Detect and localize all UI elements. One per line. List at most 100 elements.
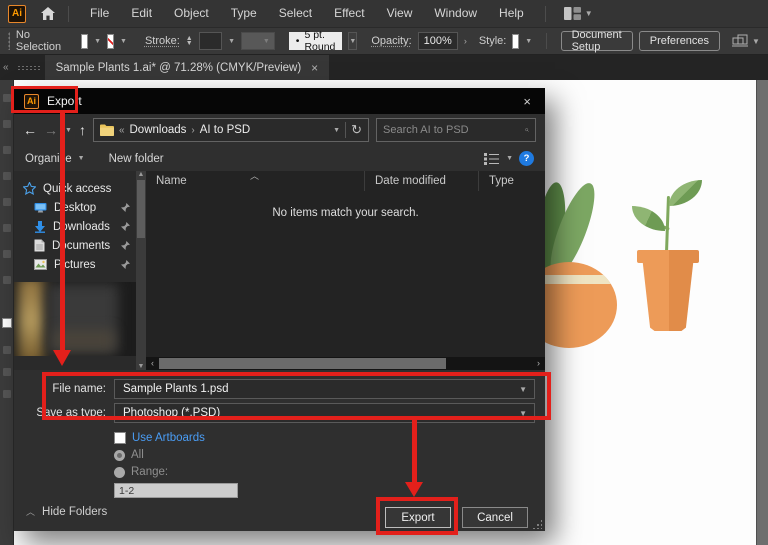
menu-file[interactable]: File [81, 0, 118, 27]
sidebar-item-quick-access[interactable]: Quick access [14, 179, 136, 198]
dialog-content: Quick access Desktop Downloads Documents [14, 171, 545, 370]
refresh-icon[interactable]: ↻ [351, 122, 362, 138]
breadcrumb-collapse[interactable]: « [119, 125, 125, 136]
scroll-down-icon[interactable]: ▼ [138, 363, 145, 370]
close-tab-icon[interactable]: × [311, 61, 318, 75]
pin-icon[interactable] [121, 260, 130, 269]
up-button[interactable]: ↑ [79, 122, 86, 138]
pot-body-shape [640, 263, 696, 331]
scroll-right-icon[interactable]: › [532, 357, 545, 370]
breadcrumb-separator: › [191, 125, 194, 136]
horizontal-scrollbar[interactable]: ‹ › [146, 357, 545, 370]
workspace-switcher-icon[interactable]: ▼ [564, 7, 593, 20]
fill-color-swatch[interactable] [81, 34, 88, 49]
chevron-down-icon[interactable]: ▼ [525, 38, 532, 45]
all-radio[interactable] [114, 450, 125, 461]
opacity-field[interactable]: 100% [418, 32, 458, 50]
variable-width-profile-dropdown[interactable]: ▼ [241, 32, 275, 50]
sidebar-scrollbar[interactable]: ▲ ▼ [136, 171, 146, 370]
annotation-arrow-line [412, 420, 417, 482]
scrollbar-thumb[interactable] [159, 358, 446, 369]
chevron-right-icon[interactable]: › [464, 36, 467, 46]
align-options-icon[interactable]: ▼ [732, 34, 760, 48]
panel-collapse-icon[interactable]: « [3, 62, 9, 73]
resize-grip[interactable] [532, 519, 542, 529]
brush-definition-dropdown[interactable]: • 5 pt. Round [289, 32, 343, 50]
menu-effect[interactable]: Effect [325, 0, 373, 27]
menu-view[interactable]: View [378, 0, 422, 27]
use-artboards-label[interactable]: Use Artboards [132, 432, 205, 444]
cancel-button[interactable]: Cancel [462, 507, 528, 528]
style-label: Style: [479, 35, 507, 47]
view-mode-chevron[interactable]: ▼ [506, 155, 513, 162]
menu-select[interactable]: Select [270, 0, 321, 27]
forward-button[interactable]: → [44, 122, 58, 138]
opacity-value: 100% [424, 35, 452, 47]
range-input[interactable] [114, 483, 238, 498]
home-icon[interactable] [40, 6, 56, 21]
sidebar-item-documents[interactable]: Documents [14, 236, 136, 255]
breadcrumb-ai-to-psd[interactable]: AI to PSD [200, 124, 251, 136]
panel-grip[interactable] [8, 32, 10, 50]
sidebar-item-downloads[interactable]: Downloads [14, 217, 136, 236]
help-icon[interactable]: ? [519, 151, 534, 166]
document-setup-button[interactable]: Document Setup [561, 31, 633, 51]
stroke-weight-field[interactable] [199, 32, 222, 50]
scroll-up-icon[interactable]: ▲ [138, 171, 145, 178]
tool-icon [3, 172, 11, 180]
illustrator-app-icon[interactable]: Ai [8, 5, 26, 23]
pin-icon[interactable] [121, 203, 130, 212]
chevron-down-icon[interactable]: ▼ [120, 38, 127, 45]
pin-icon[interactable] [121, 222, 130, 231]
preferences-button[interactable]: Preferences [639, 31, 720, 51]
close-dialog-icon[interactable]: × [519, 94, 535, 109]
menu-type[interactable]: Type [222, 0, 266, 27]
stroke-weight-stepper[interactable]: ▲▼ [186, 36, 193, 46]
pin-icon[interactable] [121, 241, 130, 250]
recent-locations-chevron[interactable]: ▼ [65, 127, 72, 134]
use-artboards-checkbox[interactable] [114, 432, 126, 444]
menu-help[interactable]: Help [490, 0, 533, 27]
sidebar-item-pictures[interactable]: Pictures [14, 255, 136, 274]
search-input[interactable] [383, 124, 525, 136]
chevron-down-icon[interactable]: ▼ [94, 38, 101, 45]
fill-indicator-swatch[interactable] [2, 318, 12, 328]
column-header-name[interactable]: Name ︿ [146, 171, 364, 191]
view-mode-icon[interactable] [484, 153, 500, 165]
column-header-date-modified[interactable]: Date modified [364, 171, 478, 191]
address-bar[interactable]: « Downloads › AI to PSD ▼ ↻ [93, 118, 369, 142]
menu-edit[interactable]: Edit [122, 0, 161, 27]
style-swatch[interactable] [512, 34, 519, 49]
search-box[interactable] [376, 118, 536, 142]
breadcrumb-downloads[interactable]: Downloads [130, 124, 187, 136]
search-icon[interactable] [525, 124, 529, 136]
back-button[interactable]: ← [23, 122, 37, 138]
sidebar-item-desktop[interactable]: Desktop [14, 198, 136, 217]
menu-window[interactable]: Window [425, 0, 486, 27]
hide-folders-button[interactable]: ︿ Hide Folders [26, 505, 107, 518]
chevron-down-icon[interactable]: ▼ [348, 32, 357, 50]
tab-grip[interactable] [17, 65, 41, 70]
tools-panel-sliver[interactable] [0, 80, 14, 545]
all-label: All [131, 449, 144, 461]
menu-object[interactable]: Object [165, 0, 218, 27]
annotation-arrow-head [405, 482, 423, 497]
scrollbar-thumb[interactable] [137, 180, 145, 238]
column-label: Type [489, 175, 514, 187]
file-list[interactable]: Name ︿ Date modified Type No items match… [146, 171, 545, 370]
scrollbar-track[interactable] [159, 357, 532, 370]
stroke-color-swatch-none[interactable] [107, 34, 114, 49]
range-radio[interactable] [114, 467, 125, 478]
address-divider [345, 122, 346, 138]
stroke-label[interactable]: Stroke: [145, 35, 180, 47]
export-dialog-titlebar[interactable]: Ai Export × [14, 88, 545, 114]
document-tab[interactable]: Sample Plants 1.ai* @ 71.28% (CMYK/Previ… [45, 55, 330, 80]
address-dropdown-chevron[interactable]: ▼ [333, 127, 340, 134]
chevron-down-icon[interactable]: ▼ [228, 38, 235, 45]
new-folder-button[interactable]: New folder [109, 153, 164, 165]
opacity-label[interactable]: Opacity: [371, 35, 411, 47]
scroll-left-icon[interactable]: ‹ [146, 357, 159, 370]
hide-folders-label: Hide Folders [42, 506, 107, 518]
tool-icon [3, 146, 11, 154]
column-header-type[interactable]: Type [478, 171, 545, 191]
